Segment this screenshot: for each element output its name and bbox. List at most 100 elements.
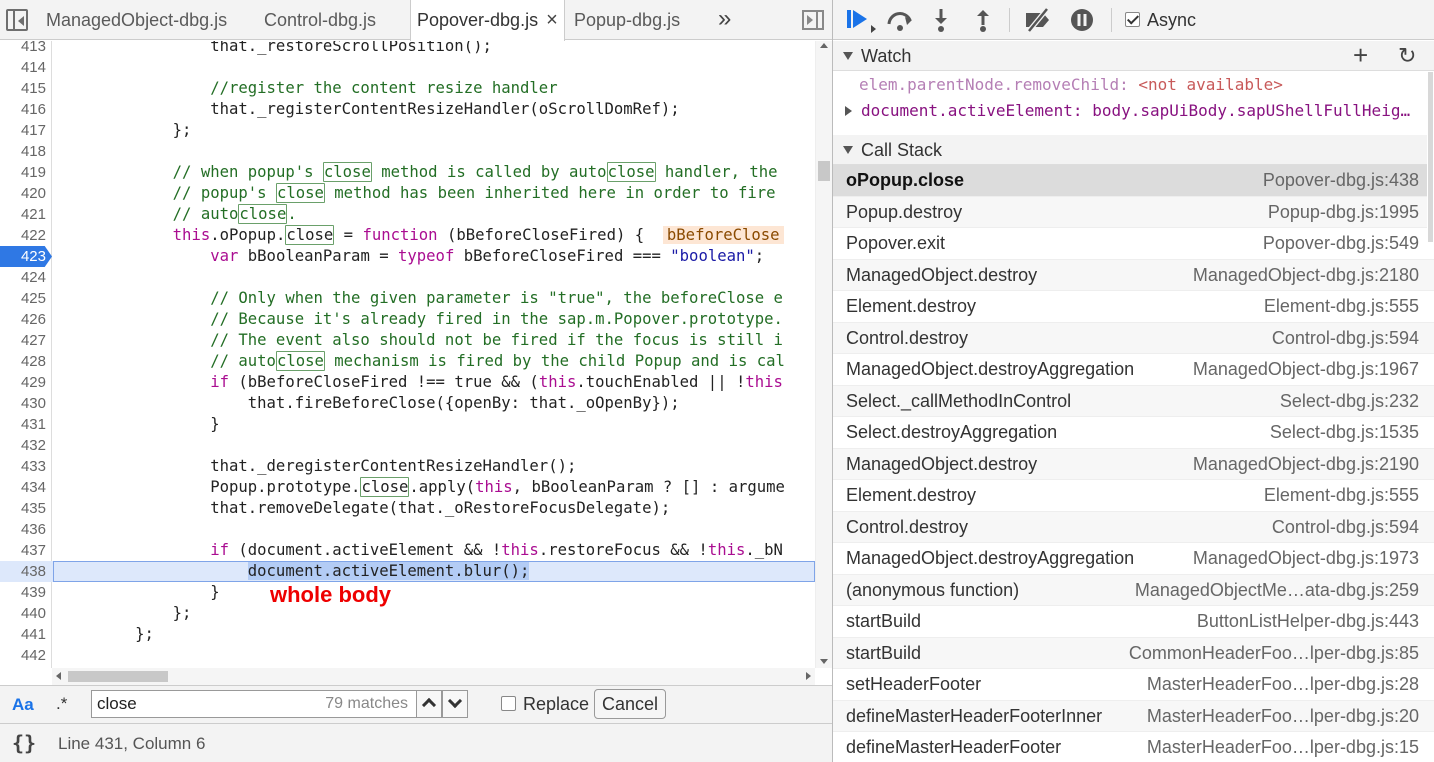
line-number[interactable]: 417 (0, 120, 46, 141)
call-frame[interactable]: Element.destroy Element-dbg.js:555 (833, 480, 1434, 512)
resume-icon[interactable] (847, 7, 876, 33)
code-line[interactable]: 414 (0, 57, 815, 78)
watch-expression[interactable]: document.activeElement: body.sapUiBody.s… (833, 98, 1434, 124)
line-number[interactable]: 436 (0, 519, 46, 540)
pause-on-exceptions-icon[interactable] (1069, 7, 1095, 33)
call-frame[interactable]: setHeaderFooter MasterHeaderFoo…lper-dbg.… (833, 669, 1434, 701)
editor-horizontal-scrollbar[interactable] (52, 668, 815, 685)
line-number[interactable]: 432 (0, 435, 46, 456)
frame-location[interactable]: Popover-dbg.js:438 (1263, 170, 1419, 191)
line-number[interactable]: 422 (0, 225, 46, 246)
code-line[interactable]: 440 }; (0, 603, 815, 624)
deactivate-breakpoints-icon[interactable] (1023, 7, 1053, 33)
tab-control[interactable]: Control-dbg.js (264, 0, 376, 40)
frame-location[interactable]: ManagedObject-dbg.js:2190 (1193, 454, 1419, 475)
code-line[interactable]: 424 (0, 267, 815, 288)
frame-location[interactable]: Select-dbg.js:232 (1280, 391, 1419, 412)
call-frame[interactable]: Select.destroyAggregation Select-dbg.js:1… (833, 417, 1434, 449)
frame-location[interactable]: Popover-dbg.js:549 (1263, 233, 1419, 254)
line-number[interactable]: 425 (0, 288, 46, 309)
line-number[interactable]: 418 (0, 141, 46, 162)
code-line[interactable]: 426 // Because it's already fired in the… (0, 309, 815, 330)
code-line[interactable]: 419 // when popup's close method is call… (0, 162, 815, 183)
line-number[interactable]: 437 (0, 540, 46, 561)
frame-location[interactable]: Control-dbg.js:594 (1272, 328, 1419, 349)
code-line[interactable]: 413 that._restoreScrollPosition(); (0, 41, 815, 57)
refresh-icon[interactable]: ↻ (1398, 43, 1416, 69)
code-line[interactable]: 441 }; (0, 624, 815, 645)
tab-popover[interactable]: Popover-dbg.js × (410, 0, 565, 41)
code-line[interactable]: 429 if (bBeforeCloseFired !== true && (t… (0, 372, 815, 393)
line-number[interactable]: 428 (0, 351, 46, 372)
line-number[interactable]: 421 (0, 204, 46, 225)
line-number[interactable]: 415 (0, 78, 46, 99)
line-number[interactable]: 430 (0, 393, 46, 414)
call-frame[interactable]: (anonymous function) ManagedObjectMe…ata-… (833, 574, 1434, 606)
code-line[interactable]: 422 this.oPopup.close = function (bBefor… (0, 225, 815, 246)
line-number[interactable]: 440 (0, 603, 46, 624)
line-number[interactable]: 414 (0, 57, 46, 78)
collapse-icon[interactable] (843, 52, 853, 60)
next-match-button[interactable] (442, 690, 468, 718)
code-line[interactable]: 435 that.removeDelegate(that._oRestoreFo… (0, 498, 815, 519)
line-number[interactable]: 426 (0, 309, 46, 330)
frame-location[interactable]: MasterHeaderFoo…lper-dbg.js:20 (1147, 706, 1419, 727)
code-line[interactable]: 418 (0, 141, 815, 162)
line-number[interactable]: 431 (0, 414, 46, 435)
tab-managedobject[interactable]: ManagedObject-dbg.js (46, 0, 227, 40)
replace-checkbox[interactable] (501, 696, 516, 711)
watch-expression[interactable]: elem.parentNode.removeChild: <not availa… (833, 72, 1434, 98)
scroll-thumb[interactable] (1428, 72, 1433, 242)
cancel-button[interactable]: Cancel (594, 689, 666, 719)
call-frame[interactable]: Element.destroy Element-dbg.js:555 (833, 291, 1434, 323)
line-number[interactable]: 439 (0, 582, 46, 603)
tab-popup[interactable]: Popup-dbg.js (574, 0, 680, 40)
regex-toggle[interactable]: .* (56, 694, 67, 714)
code-line[interactable]: 425 // Only when the given parameter is … (0, 288, 815, 309)
code-line[interactable]: 428 // autoclose mechanism is fired by t… (0, 351, 815, 372)
frame-location[interactable]: Popup-dbg.js:1995 (1268, 202, 1419, 223)
call-frame[interactable]: ManagedObject.destroyAggregation ManagedO… (833, 354, 1434, 386)
close-icon[interactable]: × (546, 9, 558, 31)
line-number[interactable]: 434 (0, 477, 46, 498)
call-frame[interactable]: defineMasterHeaderFooter MasterHeaderFoo…… (833, 732, 1434, 762)
frame-location[interactable]: Control-dbg.js:594 (1272, 517, 1419, 538)
call-frame[interactable]: Control.destroy Control-dbg.js:594 (833, 511, 1434, 543)
code-line[interactable]: 415 //register the content resize handle… (0, 78, 815, 99)
frame-location[interactable]: Select-dbg.js:1535 (1270, 422, 1419, 443)
line-number[interactable]: 419 (0, 162, 46, 183)
breakpoint-marker[interactable]: 423 (0, 246, 52, 267)
frame-location[interactable]: ManagedObjectMe…ata-dbg.js:259 (1135, 580, 1419, 601)
line-number[interactable]: 442 (0, 645, 46, 666)
code-line[interactable]: 423 var bBooleanParam = typeof bBeforeCl… (0, 246, 815, 267)
frame-location[interactable]: ManagedObject-dbg.js:2180 (1193, 265, 1419, 286)
line-number[interactable]: 427 (0, 330, 46, 351)
code-line[interactable]: 442 (0, 645, 815, 666)
line-number[interactable]: 443 (0, 666, 46, 668)
code-line[interactable]: 416 that._registerContentResizeHandler(o… (0, 99, 815, 120)
call-stack-section-header[interactable]: Call Stack (833, 135, 1434, 165)
call-frame[interactable]: ManagedObject.destroy ManagedObject-dbg.j… (833, 259, 1434, 291)
code-line[interactable]: 439 } (0, 582, 815, 603)
previous-match-button[interactable] (416, 690, 442, 718)
code-line[interactable]: 427 // The event also should not be fire… (0, 330, 815, 351)
call-frame[interactable]: ManagedObject.destroy ManagedObject-dbg.j… (833, 448, 1434, 480)
match-case-toggle[interactable]: Aa (12, 695, 34, 715)
call-frame[interactable]: oPopup.close Popover-dbg.js:438 (833, 165, 1434, 197)
collapse-icon[interactable] (843, 146, 853, 154)
code-line[interactable]: 434 Popup.prototype.close.apply(this, bB… (0, 477, 815, 498)
scroll-down-icon[interactable] (820, 659, 828, 664)
call-frame[interactable]: startBuild CommonHeaderFoo…lper-dbg.js:85 (833, 637, 1434, 669)
expand-caret-icon[interactable] (845, 106, 852, 116)
call-frame[interactable]: Control.destroy Control-dbg.js:594 (833, 322, 1434, 354)
frame-location[interactable]: ManagedObject-dbg.js:1973 (1193, 548, 1419, 569)
watch-section-header[interactable]: Watch + ↻ (833, 41, 1434, 71)
step-out-icon[interactable] (973, 7, 993, 33)
line-number[interactable]: 420 (0, 183, 46, 204)
line-number[interactable]: 424 (0, 267, 46, 288)
scroll-right-icon[interactable] (806, 672, 811, 680)
code-editor[interactable]: 413 that._restoreScrollPosition(); 414 415… (0, 41, 815, 668)
scroll-left-icon[interactable] (56, 672, 61, 680)
sidebar-scrollbar[interactable] (1427, 72, 1434, 242)
code-line[interactable]: 433 that._deregisterContentResizeHandler… (0, 456, 815, 477)
